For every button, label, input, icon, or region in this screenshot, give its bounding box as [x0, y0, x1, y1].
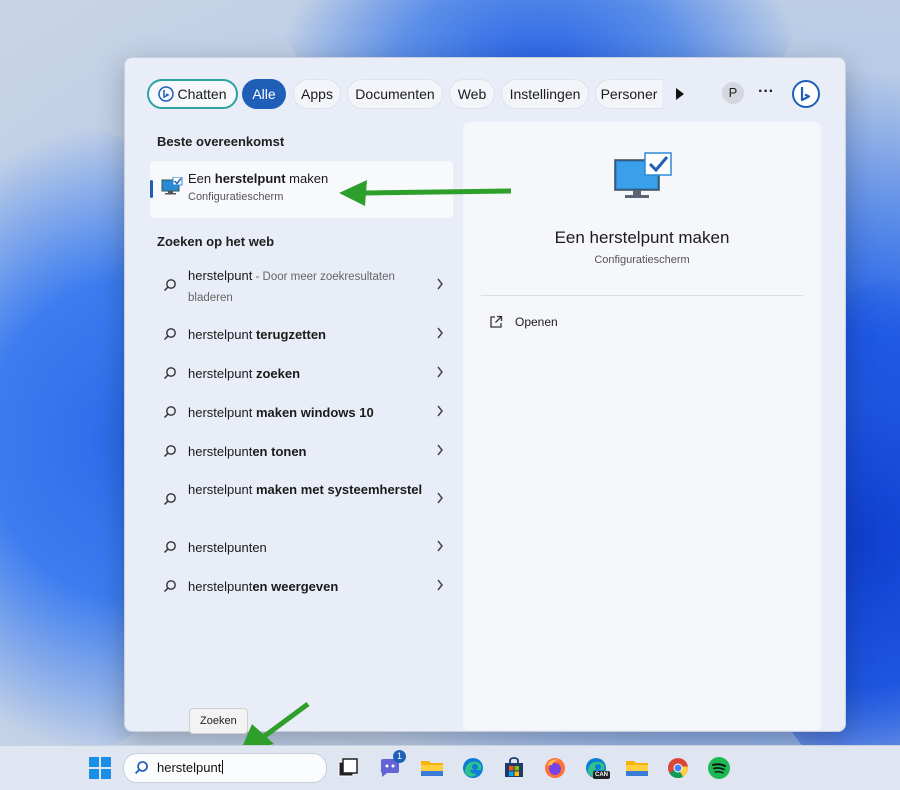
- web-suggestion-6[interactable]: herstelpunt maken met systeemherstel: [150, 480, 450, 524]
- chevron-right-icon: [437, 278, 443, 290]
- edge-browser-icon[interactable]: [461, 756, 485, 780]
- notification-badge: 1: [393, 750, 406, 763]
- best-match-subtitle: Configuratiescherm: [188, 191, 284, 203]
- chevron-right-icon: [437, 327, 443, 339]
- web-suggestion-text: herstelpunt maken met systeemherstel: [188, 482, 423, 497]
- search-icon: [134, 761, 148, 775]
- taskbar-search-input[interactable]: herstelpunt: [123, 753, 327, 783]
- search-icon: [163, 406, 176, 419]
- tab-settings[interactable]: Instellingen: [501, 79, 589, 109]
- best-match-title: Een herstelpunt maken: [188, 171, 329, 186]
- search-icon: [163, 279, 176, 292]
- chevron-right-icon: [437, 540, 443, 552]
- account-avatar[interactable]: P: [722, 82, 744, 104]
- web-suggestion-4[interactable]: herstelpunt maken windows 10: [150, 401, 450, 425]
- web-suggestion-text: herstelpunt - Door meer zoekresultaten b…: [188, 268, 395, 304]
- chevron-right-icon: [437, 444, 443, 456]
- task-view-icon[interactable]: [336, 756, 360, 780]
- web-suggestion-text: herstelpunten tonen: [188, 444, 307, 459]
- search-query: herstelpunt: [157, 760, 224, 775]
- firefox-icon[interactable]: [543, 756, 567, 780]
- system-restore-icon: [161, 177, 183, 195]
- bing-chat-icon: [158, 86, 175, 102]
- edge-can-label: CAN: [593, 771, 610, 779]
- more-options-icon[interactable]: ···: [758, 83, 774, 101]
- edge-canary-icon[interactable]: CAN: [584, 756, 610, 780]
- system-restore-icon: [614, 152, 672, 198]
- web-suggestion-text: herstelpunten weergeven: [188, 579, 339, 594]
- web-suggestion-1[interactable]: herstelpunt - Door meer zoekresultaten b…: [150, 266, 450, 310]
- search-icon: [163, 445, 176, 458]
- selection-indicator: [150, 180, 153, 198]
- bing-icon[interactable]: [791, 79, 821, 109]
- preview-pane: Een herstelpunt maken Configuratiescherm…: [463, 122, 821, 730]
- chevron-right-icon: [437, 492, 443, 504]
- divider: [481, 295, 803, 296]
- tab-documents[interactable]: Documenten: [347, 79, 443, 109]
- web-suggestion-text: herstelpunt terugzetten: [188, 327, 326, 342]
- spotify-icon[interactable]: [707, 756, 731, 780]
- web-suggestion-7[interactable]: herstelpunten: [150, 536, 450, 560]
- web-suggestion-8[interactable]: herstelpunten weergeven: [150, 575, 450, 599]
- chrome-icon[interactable]: [666, 756, 690, 780]
- tab-all[interactable]: Alle: [242, 79, 286, 109]
- file-explorer-icon[interactable]: [420, 756, 444, 780]
- chevron-right-icon: [437, 405, 443, 417]
- web-suggestion-2[interactable]: herstelpunt terugzetten: [150, 323, 450, 347]
- scroll-tabs-right-icon[interactable]: [675, 88, 685, 100]
- open-external-icon: [490, 315, 503, 328]
- open-label: Openen: [515, 315, 558, 329]
- results-column: Beste overeenkomst Een herstelpunt maken…: [125, 120, 461, 731]
- tab-apps[interactable]: Apps: [293, 79, 341, 109]
- search-icon: [163, 580, 176, 593]
- web-search-heading: Zoeken op het web: [157, 234, 275, 249]
- filter-tabs: Chatten Alle Apps Documenten Web Instell…: [147, 79, 823, 111]
- search-icon: [163, 493, 176, 506]
- web-suggestion-text: herstelpunt maken windows 10: [188, 405, 374, 420]
- search-icon: [163, 328, 176, 341]
- tab-web[interactable]: Web: [449, 79, 495, 109]
- taskbar: herstelpunt 1 CAN: [0, 745, 900, 790]
- search-icon: [163, 541, 176, 554]
- best-match-result[interactable]: Een herstelpunt maken Configuratiescherm: [150, 161, 453, 218]
- windows-start-icon[interactable]: [88, 756, 112, 780]
- tab-chat[interactable]: Chatten: [147, 79, 238, 109]
- tab-chat-label: Chatten: [177, 86, 227, 102]
- search-panel: Chatten Alle Apps Documenten Web Instell…: [124, 57, 846, 732]
- web-suggestion-5[interactable]: herstelpunten tonen: [150, 440, 450, 464]
- chevron-right-icon: [437, 366, 443, 378]
- search-tooltip: Zoeken: [189, 708, 248, 734]
- preview-title: Een herstelpunt maken: [554, 228, 730, 247]
- preview-subtitle: Configuratiescherm: [594, 254, 690, 266]
- search-icon: [163, 367, 176, 380]
- microsoft-store-icon[interactable]: [502, 756, 526, 780]
- web-suggestion-text: herstelpunten: [188, 540, 267, 555]
- tab-people[interactable]: Personer: [595, 79, 662, 109]
- best-match-heading: Beste overeenkomst: [157, 134, 285, 149]
- web-suggestion-text: herstelpunt zoeken: [188, 366, 301, 381]
- folder-icon[interactable]: [625, 756, 649, 780]
- web-suggestion-3[interactable]: herstelpunt zoeken: [150, 362, 450, 386]
- chevron-right-icon: [437, 579, 443, 591]
- teams-chat-icon[interactable]: 1: [378, 750, 406, 780]
